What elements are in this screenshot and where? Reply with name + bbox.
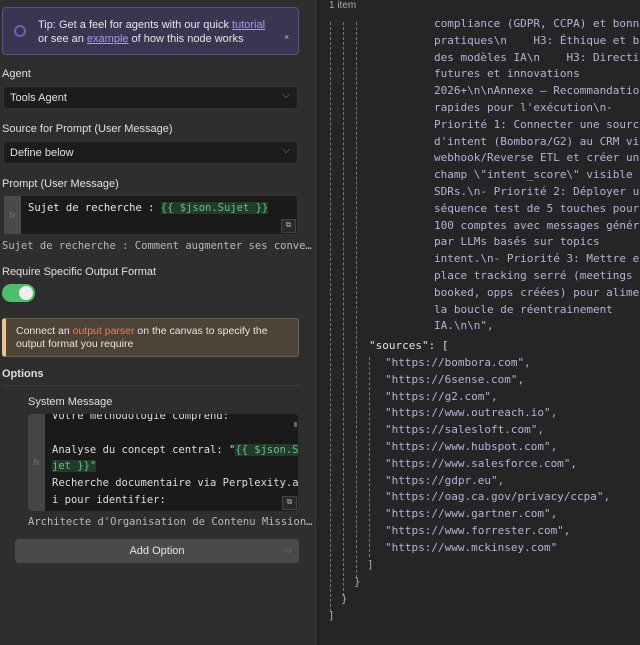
system-message-editor[interactable]: fx Votre méthodologie comprend: Analyse … <box>28 414 298 511</box>
json-line: 100 comptes avec messages générés <box>434 218 640 232</box>
warning-prefix: Connect an <box>16 325 73 337</box>
json-line: futures et innovations <box>434 67 580 81</box>
chevron-down-icon: ⌵ <box>284 545 292 556</box>
chevron-down-icon: ⌵ <box>282 90 290 101</box>
options-label: Options <box>2 368 44 380</box>
item-count: 1 item <box>329 0 357 11</box>
json-line: "https://gdpr.eu", <box>385 473 505 487</box>
system-message-text: Votre méthodologie comprend: Analyse du … <box>52 414 298 509</box>
json-line: "https://www.gartner.com", <box>385 507 558 521</box>
indent-guide <box>369 357 370 557</box>
prompt-expression: {{ $json.Sujet }} <box>160 202 269 214</box>
scrollbar[interactable] <box>294 422 297 427</box>
tip-prefix: Tip: Get a feel for agents with our quic… <box>38 19 233 31</box>
source-label: Source for Prompt (User Message) <box>2 123 173 135</box>
json-line: intent.\n- Priorité 3: Mettre en <box>434 252 640 266</box>
json-line: place tracking serré (meetings <box>434 268 633 282</box>
example-link[interactable]: example <box>87 33 129 45</box>
prompt-preview: Sujet de recherche : Comment augmenter s… <box>2 240 312 252</box>
toggle-knob <box>19 286 33 300</box>
json-line: par LLMs basés sur topics <box>434 235 600 249</box>
close-bracket: ] <box>367 558 374 571</box>
prompt-static: Sujet de recherche : <box>28 202 161 214</box>
sources-list: "https://bombora.com", "https://6sense.co… <box>385 355 610 557</box>
tip-suffix: of how this node works <box>128 33 244 45</box>
json-line: IA.\n\n", <box>434 319 494 333</box>
sys-line: i pour identifier: <box>52 493 166 506</box>
sys-expression: {{ $json.Su <box>235 443 298 456</box>
json-line: 2026+\n\nAnnexe – Recommandations <box>434 84 640 98</box>
system-message-preview: Architecte d'Organisation de Contenu Mis… <box>28 516 313 528</box>
source-select[interactable]: Define below ⌵ <box>3 141 298 164</box>
json-line: SDRs.\n- Priorité 2: Déployer une <box>434 184 640 198</box>
chevron-down-icon: ⌵ <box>282 145 290 156</box>
json-line: "https://www.forrester.com", <box>385 523 571 537</box>
json-line: séquence test de 5 touches pour top <box>434 201 640 215</box>
json-line: booked, opps créées) pour alimenter <box>434 285 640 299</box>
agent-select[interactable]: Tools Agent ⌵ <box>3 86 298 109</box>
sys-expression-end: jet }}" <box>52 460 97 473</box>
system-message-label: System Message <box>28 396 113 408</box>
close-icon[interactable]: × <box>284 32 289 42</box>
json-line: "https://bombora.com", <box>385 356 531 369</box>
prompt-editor[interactable]: fx Sujet de recherche : {{ $json.Sujet }… <box>3 195 298 235</box>
sources-key: "sources": [ <box>369 339 449 352</box>
tip-mid: or see an <box>38 33 87 45</box>
sys-line: Votre méthodologie comprend: <box>52 414 230 422</box>
json-line: des modèles IA\n H3: Directions <box>434 50 640 64</box>
json-line: "https://salesloft.com", <box>385 423 544 437</box>
add-option-label: Add Option <box>129 545 185 557</box>
tutorial-link[interactable]: tutorial <box>232 19 265 31</box>
agent-value: Tools Agent <box>10 92 67 104</box>
prompt-text: Sujet de recherche : {{ $json.Sujet }} <box>28 202 269 214</box>
json-line: "https://www.mckinsey.com" <box>385 540 558 554</box>
tip-banner: Tip: Get a feel for agents with our quic… <box>2 7 299 55</box>
divider <box>2 385 299 386</box>
agent-label: Agent <box>2 68 31 80</box>
close-brace: } <box>354 575 361 588</box>
sys-line: Recherche documentaire via Perplexity.a <box>52 477 298 490</box>
json-line: champ \"intent_score\" visible des <box>434 168 640 182</box>
output-parser-link[interactable]: output parser <box>73 325 135 337</box>
json-line: rapides pour l'exécution\n- <box>434 100 613 114</box>
parameters-panel: Tip: Get a feel for agents with our quic… <box>0 0 316 645</box>
expand-icon[interactable]: ⧉ <box>282 496 297 510</box>
output-format-label: Require Specific Output Format <box>2 266 157 278</box>
indent-guide <box>330 22 331 612</box>
output-parser-warning: Connect an output parser on the canvas t… <box>2 318 299 357</box>
json-line: compliance (GDPR, CCPA) et bonnes <box>434 17 640 30</box>
close-brace: } <box>341 592 348 605</box>
json-line: pratiques\n H3: Éthique et biais <box>434 33 640 47</box>
output-panel: 1 item compliance (GDPR, CCPA) et bonnes… <box>317 0 640 645</box>
fx-icon: fx <box>28 414 45 511</box>
tip-text: Tip: Get a feel for agents with our quic… <box>38 18 265 46</box>
prompt-label: Prompt (User Message) <box>2 178 119 190</box>
expand-icon[interactable]: ⧉ <box>281 219 296 233</box>
fx-icon: fx <box>4 196 21 234</box>
json-line: "https://www.outreach.io", <box>385 406 558 420</box>
json-line: "https://g2.com", <box>385 389 498 403</box>
json-line: webhook/Reverse ETL et créer un <box>434 151 640 165</box>
output-format-toggle[interactable] <box>2 284 35 302</box>
indent-guide <box>356 22 357 578</box>
source-value: Define below <box>10 147 74 159</box>
add-option-button[interactable]: Add Option ⌵ <box>15 539 299 563</box>
sys-line: Analyse du concept central: " <box>52 443 236 456</box>
output-text-value: compliance (GDPR, CCPA) et bonnes pratiqu… <box>434 16 640 335</box>
json-line: "https://www.salesforce.com", <box>385 456 578 470</box>
json-line: "https://www.hubspot.com", <box>385 439 558 453</box>
indent-guide <box>343 22 344 596</box>
json-line: la boucle de réentrainement <box>434 302 613 316</box>
info-icon <box>14 25 26 37</box>
json-line: "https://oag.ca.gov/privacy/ccpa", <box>385 490 611 504</box>
close-bracket: ] <box>328 609 335 622</box>
json-line: Priorité 1: Connecter une source <box>434 117 640 131</box>
json-line: d'intent (Bombora/G2) au CRM via <box>434 134 640 148</box>
json-line: "https://6sense.com", <box>385 372 525 386</box>
